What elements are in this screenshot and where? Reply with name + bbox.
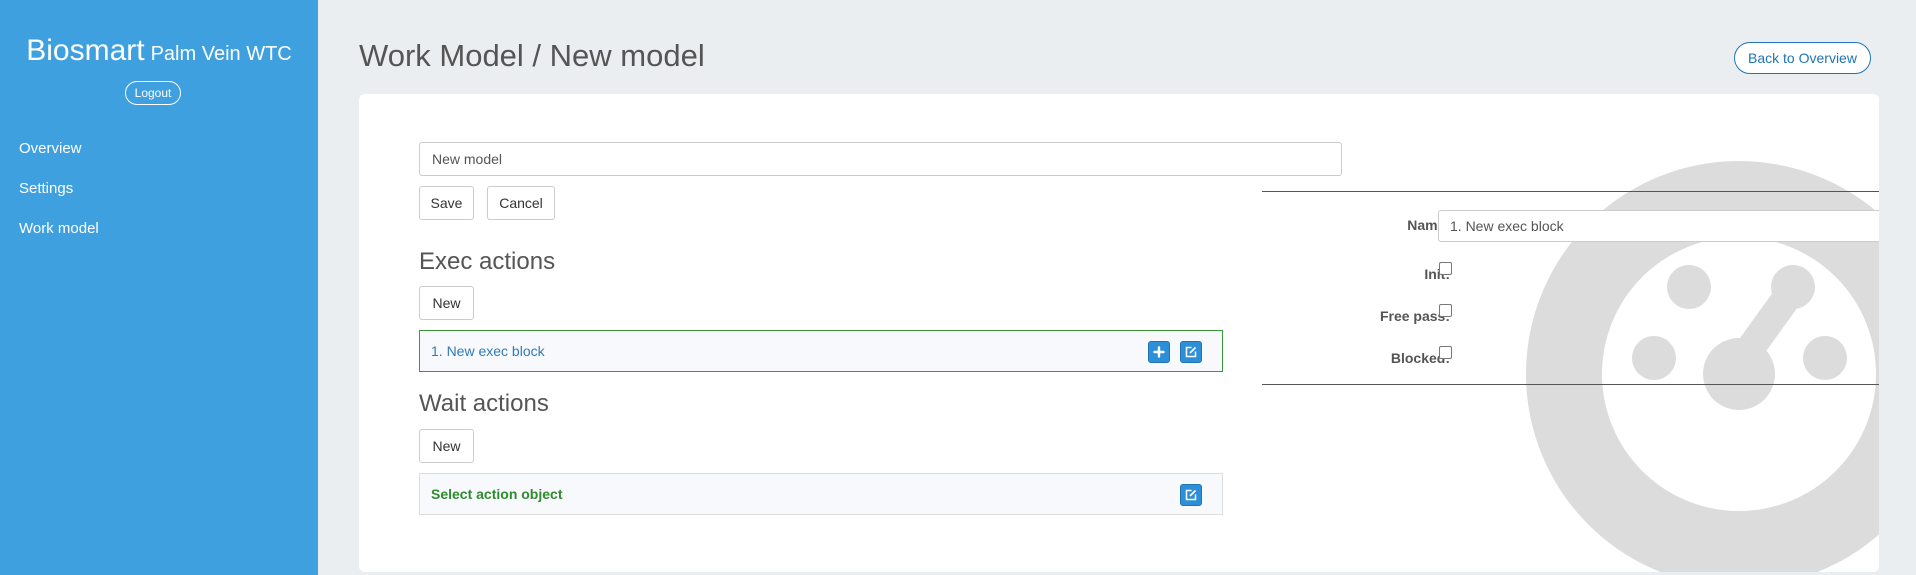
- free-pass-checkbox[interactable]: [1439, 304, 1452, 317]
- work-model-card: Save Cancel Exec actions New 1. New exec…: [359, 94, 1879, 572]
- wait-action-row[interactable]: Select action object: [419, 473, 1223, 515]
- exec-block-label[interactable]: 1. New exec block: [431, 343, 545, 359]
- brand-name: Biosmart: [26, 34, 145, 67]
- blocked-label: Blocked:: [1390, 350, 1450, 366]
- sidebar-item-settings[interactable]: Settings: [19, 178, 99, 218]
- select-action-object-link[interactable]: Select action object: [431, 486, 562, 502]
- properties-divider-bottom: [1262, 384, 1879, 385]
- brand-subtitle: Palm Vein WTC: [150, 43, 292, 65]
- plus-icon[interactable]: [1148, 341, 1170, 363]
- edit-icon[interactable]: [1180, 484, 1202, 506]
- sidebar-nav: Overview Settings Work model: [19, 138, 99, 258]
- properties-divider-top: [1262, 191, 1879, 192]
- init-label: Init:: [1424, 266, 1450, 282]
- page-title: Work Model / New model: [359, 38, 705, 73]
- exec-actions-title: Exec actions: [419, 248, 556, 275]
- logout-button[interactable]: Logout: [125, 81, 181, 105]
- free-pass-label: Free pass:: [1379, 308, 1450, 324]
- brand: Biosmart Palm Vein WTC: [0, 34, 318, 68]
- model-name-input[interactable]: [419, 142, 1342, 176]
- edit-icon[interactable]: [1180, 341, 1202, 363]
- blocked-checkbox[interactable]: [1439, 346, 1452, 359]
- exec-block-row[interactable]: 1. New exec block: [419, 330, 1223, 372]
- sidebar: Biosmart Palm Vein WTC Logout Overview Se…: [0, 0, 318, 575]
- sidebar-item-work-model[interactable]: Work model: [19, 218, 99, 258]
- block-name-input[interactable]: [1438, 210, 1879, 242]
- cancel-button[interactable]: Cancel: [487, 186, 555, 220]
- sidebar-item-overview[interactable]: Overview: [19, 138, 99, 178]
- name-label: Name:: [1407, 217, 1450, 233]
- save-button[interactable]: Save: [419, 186, 474, 220]
- wait-actions-title: Wait actions: [419, 390, 549, 417]
- new-exec-action-button[interactable]: New: [419, 286, 474, 320]
- back-to-overview-button[interactable]: Back to Overview: [1734, 42, 1871, 74]
- init-checkbox[interactable]: [1439, 262, 1452, 275]
- new-wait-action-button[interactable]: New: [419, 429, 474, 463]
